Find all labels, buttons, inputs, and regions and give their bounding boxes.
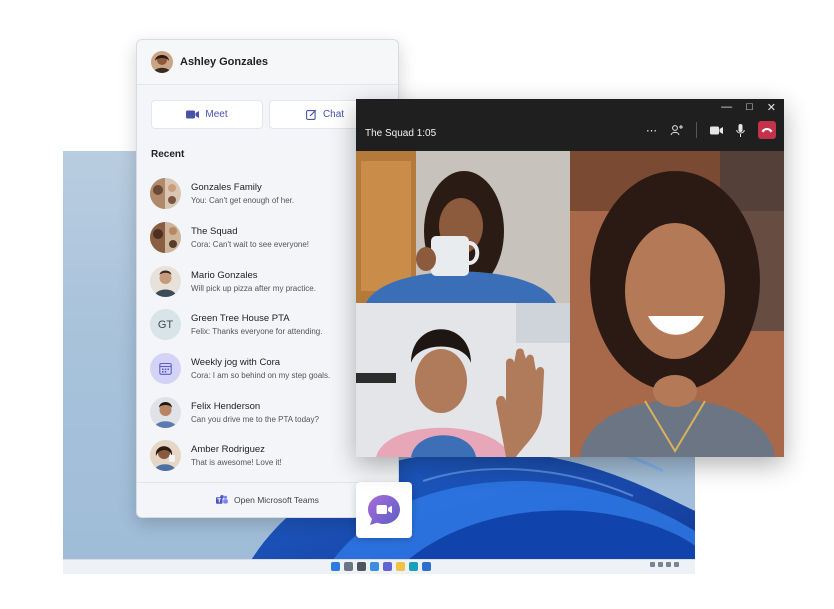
maximize-icon[interactable]: □ <box>746 101 753 113</box>
chat-name: Amber Rodriguez <box>191 444 265 456</box>
edge-icon[interactable] <box>409 562 418 571</box>
close-icon[interactable]: ✕ <box>767 101 776 114</box>
more-options-icon[interactable]: ⋯ <box>646 124 657 137</box>
teams-logo-icon <box>216 495 228 504</box>
flyout-header: Ashley Gonzales <box>137 40 398 85</box>
minimize-icon[interactable]: — <box>721 101 732 113</box>
chat-preview: That is awesome! Love it! <box>191 458 282 468</box>
chat-preview: Will pick up pizza after my practice. <box>191 283 316 293</box>
volume-icon[interactable] <box>665 562 671 567</box>
chat-name: Mario Gonzales <box>191 269 258 281</box>
user-name: Ashley Gonzales <box>180 56 269 68</box>
avatar <box>150 222 181 254</box>
recent-heading: Recent <box>151 149 185 160</box>
participant-video-1 <box>356 151 570 303</box>
hang-up-button[interactable] <box>758 121 776 139</box>
chat-label: Chat <box>322 109 345 120</box>
avatar <box>150 265 181 297</box>
hang-up-icon <box>761 128 773 133</box>
avatar <box>150 178 181 210</box>
chat-name: Weekly jog with Cora <box>191 357 281 369</box>
chat-name: Felix Henderson <box>191 400 261 412</box>
teams-chat-taskbar-icon[interactable] <box>383 562 392 571</box>
avatar-initials: GT <box>150 309 181 341</box>
call-toolbar: The Squad 1:05 ⋯ <box>356 115 784 151</box>
store-icon[interactable] <box>422 562 431 571</box>
teams-app-tile[interactable] <box>356 482 412 538</box>
compose-icon <box>305 109 317 120</box>
chat-name: The Squad <box>191 226 238 238</box>
chat-name: Gonzales Family <box>191 182 262 194</box>
open-teams-label: Open Microsoft Teams <box>234 495 319 505</box>
camera-icon[interactable] <box>710 126 723 135</box>
window-titlebar: — □ ✕ <box>356 99 784 115</box>
meet-label: Meet <box>205 109 228 120</box>
participant-video-2 <box>356 303 570 457</box>
avatar <box>150 440 181 472</box>
battery-icon[interactable] <box>673 562 679 567</box>
wifi-icon[interactable] <box>657 562 663 567</box>
call-title: The Squad 1:05 <box>365 127 437 139</box>
chat-preview: Felix: Thanks everyone for attending. <box>191 327 323 337</box>
file-explorer-icon[interactable] <box>396 562 405 571</box>
clock[interactable] <box>686 562 687 567</box>
taskbar <box>63 559 695 574</box>
meet-button[interactable]: Meet <box>151 100 263 129</box>
microphone-icon[interactable] <box>736 123 745 137</box>
add-people-icon[interactable] <box>670 124 683 136</box>
avatar <box>150 396 181 428</box>
chat-preview: Can you drive me to the PTA today? <box>191 414 319 424</box>
calendar-icon <box>150 353 181 385</box>
search-icon[interactable] <box>344 562 353 571</box>
widgets-icon[interactable] <box>370 562 379 571</box>
toolbar-divider <box>696 122 697 138</box>
start-icon[interactable] <box>331 562 340 571</box>
video-camera-icon <box>186 110 200 119</box>
chat-name: Green Tree House PTA <box>191 313 290 325</box>
chat-preview: You: Can't get enough of her. <box>191 196 295 206</box>
teams-chat-app-icon <box>368 495 400 525</box>
participant-video-3 <box>570 151 784 457</box>
chat-preview: Cora: Can't wait to see everyone! <box>191 240 310 250</box>
chat-preview: Cora: I am so behind on my step goals. <box>191 371 331 381</box>
task-view-icon[interactable] <box>357 562 366 571</box>
avatar[interactable] <box>151 51 173 73</box>
call-window: — □ ✕ The Squad 1:05 ⋯ <box>356 99 784 457</box>
tray-chevron-icon[interactable] <box>649 562 655 567</box>
